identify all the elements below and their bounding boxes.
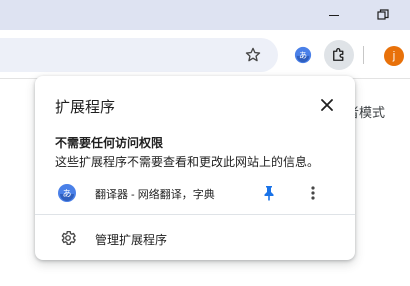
popup-title: 扩展程序	[55, 99, 116, 116]
pin-icon	[264, 186, 274, 201]
close-button[interactable]	[315, 93, 339, 117]
browser-toolbar: あ j	[0, 30, 410, 78]
extensions-popup: 扩展程序 不需要任何访问权限 这些扩展程序不需要查看和更改此网站上的信息。 あ …	[35, 76, 355, 260]
divider	[35, 214, 355, 215]
more-vert-icon	[311, 186, 315, 200]
toolbar-separator	[363, 46, 364, 64]
svg-text:あ: あ	[299, 50, 307, 60]
bookmark-star-button[interactable]	[238, 40, 268, 70]
minimize-button[interactable]	[311, 0, 357, 30]
address-bar[interactable]	[0, 38, 278, 72]
restore-icon	[377, 9, 389, 20]
profile-avatar-button[interactable]: j	[384, 46, 404, 66]
restore-button[interactable]	[360, 0, 406, 30]
avatar-letter: j	[392, 50, 396, 62]
star-icon	[245, 47, 261, 62]
translate-extension-icon: あ	[294, 46, 312, 64]
more-options-button[interactable]	[303, 183, 323, 203]
section-title: 不需要任何访问权限	[55, 136, 164, 150]
svg-text:あ: あ	[62, 189, 71, 200]
gear-icon	[61, 230, 76, 246]
title-bar	[0, 0, 410, 30]
minimize-icon	[329, 14, 339, 16]
pin-button[interactable]	[259, 183, 279, 203]
section-description: 这些扩展程序不需要查看和更改此网站上的信息。	[55, 155, 320, 169]
translate-extension-button[interactable]: あ	[288, 40, 318, 70]
extension-name: 翻译器 - 网络翻译，字典	[95, 189, 215, 201]
manage-extensions-label: 管理扩展程序	[95, 233, 168, 247]
extension-row[interactable]: あ 翻译器 - 网络翻译，字典	[35, 177, 355, 209]
extensions-button[interactable]	[324, 40, 354, 70]
close-icon	[321, 99, 333, 111]
translate-extension-icon: あ	[58, 184, 76, 202]
manage-extensions-button[interactable]: 管理扩展程序	[35, 224, 355, 252]
puzzle-icon	[333, 48, 344, 61]
